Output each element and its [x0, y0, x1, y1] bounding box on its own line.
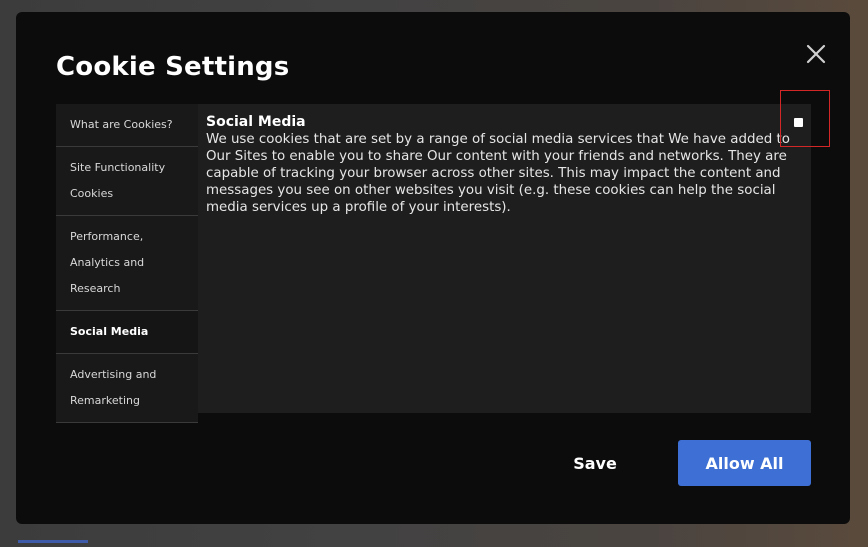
category-item-performance-analytics[interactable]: Performance, Analytics and Research [56, 216, 198, 311]
cookie-settings-dialog: Cookie Settings What are Cookies? Site F… [16, 12, 850, 524]
social-media-toggle-highlight [780, 90, 830, 147]
settings-panel: What are Cookies? Site Functionality Coo… [56, 104, 811, 423]
category-item-site-functionality[interactable]: Site Functionality Cookies [56, 147, 198, 216]
category-item-social-media[interactable]: Social Media [56, 311, 198, 354]
category-item-advertising[interactable]: Advertising and Remarketing [56, 354, 198, 423]
category-item-what-are-cookies[interactable]: What are Cookies? [56, 104, 198, 147]
detail-heading: Social Media [206, 114, 306, 130]
detail-description: We use cookies that are set by a range o… [206, 132, 790, 215]
dialog-title: Cookie Settings [56, 52, 290, 82]
allow-all-button[interactable]: Allow All [678, 440, 811, 486]
category-detail: Social Media We use cookies that are set… [206, 114, 791, 216]
close-button[interactable] [802, 40, 830, 68]
save-button[interactable]: Save [556, 440, 634, 486]
close-icon [806, 44, 826, 64]
category-nav: What are Cookies? Site Functionality Coo… [56, 104, 198, 423]
social-media-consent-checkbox[interactable] [794, 118, 803, 127]
background-tab-indicator [18, 540, 88, 543]
